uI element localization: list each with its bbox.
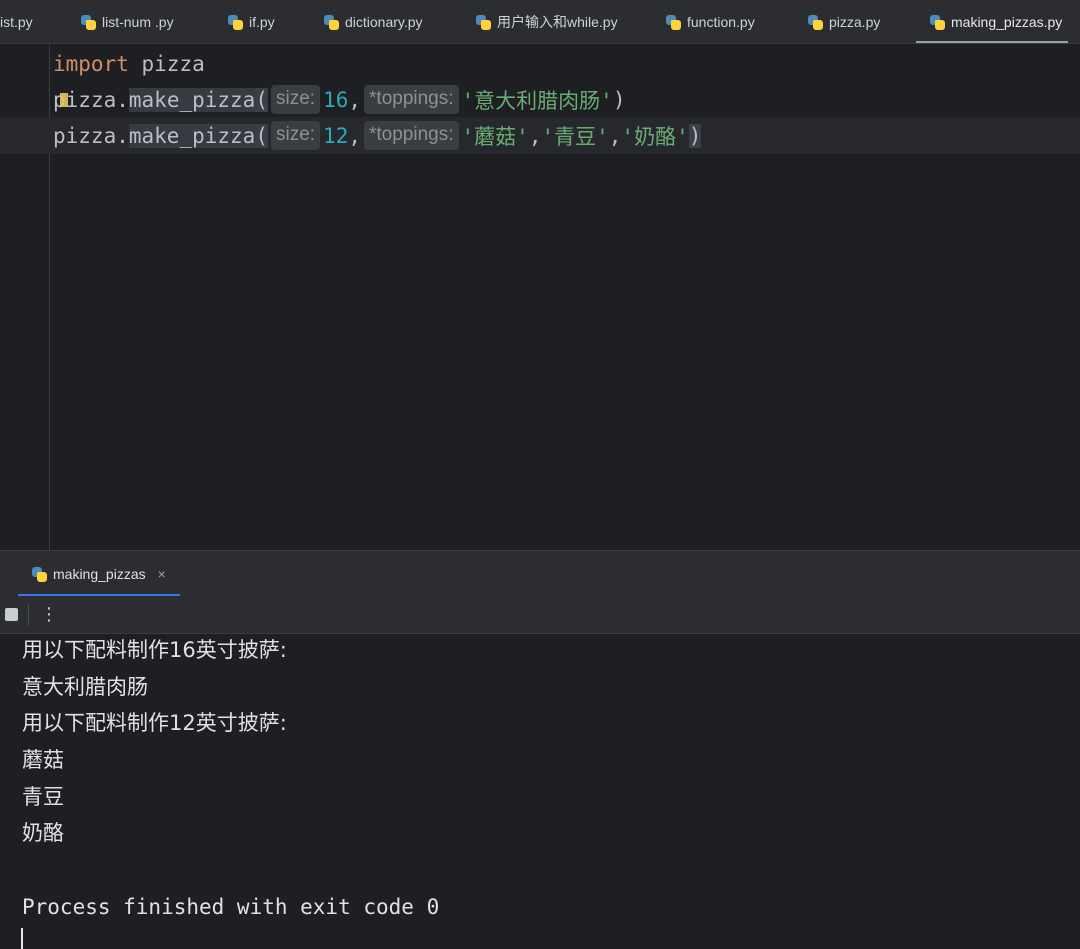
- console-line: 意大利腊肉肠: [22, 675, 148, 699]
- tab-label: 用户输入和while.py: [497, 14, 618, 30]
- close-paren: ): [612, 87, 626, 112]
- open-paren: (: [255, 87, 268, 112]
- code-editor[interactable]: import pizza pizza.make_pizza( size:16, …: [0, 44, 1080, 550]
- close-icon[interactable]: ×: [158, 566, 166, 582]
- code-line-1[interactable]: import pizza: [0, 45, 1080, 82]
- open-paren: (: [255, 123, 268, 148]
- comma: ,: [348, 87, 362, 112]
- python-file-icon: [32, 566, 47, 582]
- object-name: pizza: [53, 123, 117, 148]
- editor-tab-bar: ist.py list-num .py if.py dictionary.py …: [0, 0, 1080, 44]
- run-console-output[interactable]: 用以下配料制作16英寸披萨: 意大利腊肉肠 用以下配料制作12英寸披萨: 蘑菇 …: [0, 634, 1080, 949]
- tab-label: function.py: [687, 14, 755, 30]
- console-text-cursor: [21, 928, 23, 949]
- python-file-icon: [476, 14, 491, 30]
- object-rest: izza: [65, 87, 117, 112]
- console-line: 用以下配料制作16英寸披萨:: [22, 638, 287, 662]
- console-line: 青豆: [22, 785, 64, 809]
- size-value: 16: [323, 87, 349, 112]
- function-name: make_pizza: [128, 87, 256, 112]
- python-file-icon: [228, 14, 243, 30]
- tab-if-py[interactable]: if.py: [228, 0, 275, 43]
- process-exit-message: Process finished with exit code 0: [22, 895, 440, 919]
- size-value: 12: [323, 123, 349, 148]
- tab-ist-py[interactable]: ist.py: [0, 0, 33, 43]
- stop-icon[interactable]: [5, 608, 18, 621]
- console-line: 用以下配料制作12英寸披萨:: [22, 711, 287, 735]
- more-options-icon[interactable]: ⋮: [40, 602, 58, 628]
- tab-label: ist.py: [0, 14, 33, 30]
- tab-dictionary-py[interactable]: dictionary.py: [324, 0, 423, 43]
- close-paren: ): [688, 123, 702, 148]
- param-hint-toppings: *toppings:: [364, 121, 459, 150]
- param-hint-size: size:: [270, 121, 321, 150]
- tab-pizza-py[interactable]: pizza.py: [808, 0, 881, 43]
- code-line-2[interactable]: pizza.make_pizza( size:16, *toppings:'意大…: [0, 81, 1080, 118]
- code-line-3[interactable]: pizza. make_pizza( size: 12, *toppings: '蘑菇…: [0, 117, 1080, 154]
- string-arg-2: '青豆': [541, 124, 609, 149]
- function-name: make_pizza: [128, 123, 256, 148]
- module-name: pizza: [141, 51, 205, 76]
- tab-list-num-py[interactable]: list-num .py: [81, 0, 174, 43]
- python-file-icon: [930, 14, 945, 30]
- toolbar-divider: [28, 604, 29, 626]
- tab-function-py[interactable]: function.py: [666, 0, 755, 43]
- tab-label: if.py: [249, 14, 275, 30]
- tab-label: pizza.py: [829, 14, 881, 30]
- param-hint-toppings: *toppings:: [364, 85, 459, 114]
- string-arg-1: '意大利腊肉肠': [461, 88, 613, 113]
- console-line: 奶酪: [22, 821, 64, 845]
- run-toolbar: ⋮: [0, 596, 1080, 634]
- tab-user-input-while-py[interactable]: 用户输入和while.py: [476, 0, 618, 43]
- tab-label: making_pizzas.py: [951, 14, 1063, 30]
- dot: .: [116, 87, 129, 112]
- run-panel-header: making_pizzas ×: [0, 550, 1080, 597]
- python-file-icon: [666, 14, 681, 30]
- dot: .: [116, 123, 129, 148]
- tab-label: list-num .py: [102, 14, 174, 30]
- run-tab-label: making_pizzas: [53, 566, 146, 582]
- comma: ,: [528, 123, 542, 148]
- import-keyword: import: [53, 51, 129, 76]
- tab-making-pizzas-py[interactable]: making_pizzas.py: [915, 0, 1069, 43]
- python-file-icon: [808, 14, 823, 30]
- tab-label: dictionary.py: [345, 14, 423, 30]
- comma: ,: [608, 123, 622, 148]
- param-hint-size: size:: [270, 85, 321, 114]
- text-cursor-marker: [59, 92, 68, 107]
- console-line: 蘑菇: [22, 748, 64, 772]
- run-tab-making-pizzas[interactable]: making_pizzas ×: [18, 551, 180, 597]
- python-file-icon: [324, 14, 339, 30]
- python-file-icon: [81, 14, 96, 30]
- comma: ,: [348, 123, 361, 148]
- string-arg-3: '奶酪': [621, 124, 689, 149]
- string-arg-1: '蘑菇': [461, 124, 529, 149]
